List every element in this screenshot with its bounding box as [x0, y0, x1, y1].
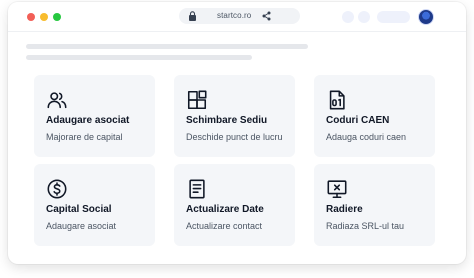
skeleton-line — [26, 55, 252, 60]
card-schimbare-sediu[interactable]: Schimbare Sediu Deschide punct de lucru — [174, 75, 295, 157]
squares-icon — [187, 90, 207, 110]
card-coduri-caen[interactable]: Coduri CAEN Adauga coduri caen — [314, 75, 435, 157]
card-subtitle: Radiaza SRL-ul tau — [326, 221, 405, 231]
dollar-circle-icon — [47, 179, 67, 199]
card-subtitle: Adauga coduri caen — [326, 132, 407, 142]
toolbar-placeholder-button[interactable] — [377, 11, 410, 23]
card-title: Capital Social — [46, 204, 112, 215]
card-title: Schimbare Sediu — [186, 115, 268, 126]
card-title: Actualizare Date — [186, 204, 264, 215]
card-adaugare-asociat[interactable]: Adaugare asociat Majorare de capital — [34, 75, 155, 157]
users-icon — [47, 92, 67, 109]
card-subtitle: Majorare de capital — [46, 132, 123, 142]
card-radiere[interactable]: Radiere Radiaza SRL-ul tau — [314, 164, 435, 246]
avatar[interactable] — [418, 9, 434, 25]
minimize-window-button[interactable] — [40, 13, 48, 21]
close-window-button[interactable] — [27, 13, 35, 21]
card-actualizare-date[interactable]: Actualizare Date Actualizare contact — [174, 164, 295, 246]
monitor-x-icon — [327, 180, 347, 199]
browser-toolbar: startco.ro — [8, 2, 466, 32]
toolbar-placeholder-button[interactable] — [342, 11, 354, 23]
card-subtitle: Deschide punct de lucru — [186, 132, 283, 142]
card-capital-social[interactable]: Capital Social Adaugare asociat — [34, 164, 155, 246]
binary-file-icon — [329, 90, 345, 110]
card-subtitle: Adaugare asociat — [46, 221, 117, 231]
document-lines-icon — [189, 179, 205, 199]
maximize-window-button[interactable] — [53, 13, 61, 21]
skeleton-line — [26, 44, 308, 49]
card-title: Coduri CAEN — [326, 115, 390, 126]
address-bar[interactable]: startco.ro — [179, 8, 300, 24]
toolbar-placeholder-button[interactable] — [358, 11, 370, 23]
card-title: Radiere — [326, 204, 363, 215]
card-title: Adaugare asociat — [46, 115, 130, 126]
browser-window: startco.ro Adaugare asociat Majorare de … — [8, 2, 466, 264]
url-text: startco.ro — [217, 11, 252, 20]
card-subtitle: Actualizare contact — [186, 221, 263, 231]
share-icon[interactable] — [262, 11, 271, 21]
lock-icon — [189, 11, 196, 21]
